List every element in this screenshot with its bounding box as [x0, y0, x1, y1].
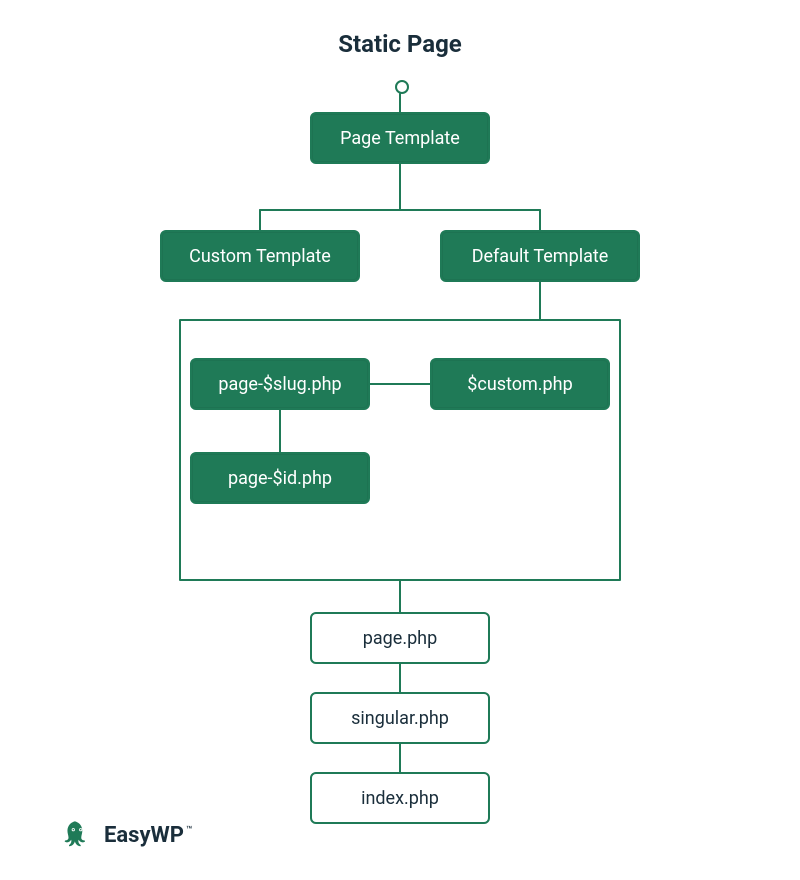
- brand-logo: EasyWP™: [60, 818, 192, 852]
- node-singular-php: singular.php: [310, 692, 490, 744]
- node-index-php: index.php: [310, 772, 490, 824]
- octopus-icon: [60, 818, 94, 852]
- node-page-id: page-$id.php: [190, 452, 370, 504]
- node-page-php: page.php: [310, 612, 490, 664]
- brand-tm: ™: [186, 825, 192, 836]
- brand-name: EasyWP™: [104, 823, 192, 848]
- start-node-icon: [395, 80, 409, 94]
- diagram-title: Static Page: [0, 30, 800, 58]
- diagram-canvas: Static Page Page Template Custom Templat…: [0, 0, 800, 880]
- node-custom-php: $custom.php: [430, 358, 610, 410]
- node-default-template: Default Template: [440, 230, 640, 282]
- node-page-template: Page Template: [310, 112, 490, 164]
- node-custom-template: Custom Template: [160, 230, 360, 282]
- node-page-slug: page-$slug.php: [190, 358, 370, 410]
